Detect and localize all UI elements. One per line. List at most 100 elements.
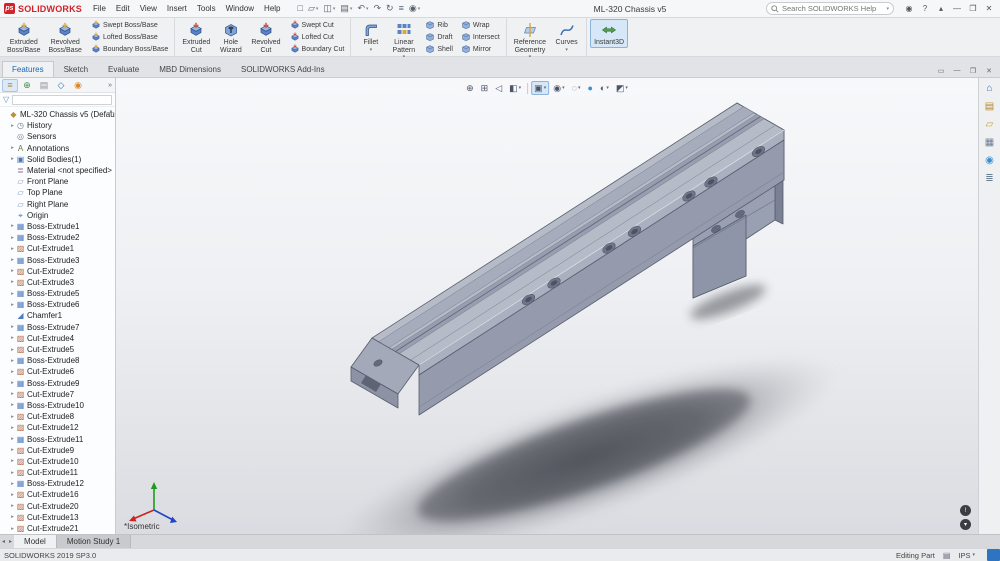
taskpane-solidworks-resources-button[interactable]: ⌂ [986, 83, 992, 94]
taskpane-custom-properties-button[interactable]: ≣ [985, 173, 993, 184]
ribbon-curves-button[interactable]: Curves▾ [550, 19, 583, 54]
view-orientation-button[interactable]: ▣▾ [531, 81, 549, 95]
bottom-tab-model[interactable]: Model [14, 535, 57, 548]
expand-arrow-icon[interactable]: ▸ [9, 447, 16, 453]
close-button[interactable]: ✕ [981, 2, 997, 16]
hide-show-items-button[interactable]: ◌▾ [569, 81, 584, 95]
ribbon-swept-cut-button[interactable]: Swept Cut [287, 19, 348, 31]
help-search-box[interactable]: ▾ [766, 2, 894, 15]
doc-restore-all-button[interactable]: ▭ [934, 64, 948, 77]
tree-item-cut-extrude2[interactable]: ▸▨Cut-Extrude2 [0, 266, 115, 277]
tree-item-right-plane[interactable]: ▱Right Plane [0, 199, 115, 210]
expand-arrow-icon[interactable]: ▸ [9, 246, 16, 252]
ribbon-lofted-boss-base-button[interactable]: Lofted Boss/Base [88, 31, 171, 43]
search-scope-dropdown-icon[interactable]: ▾ [886, 6, 889, 12]
tree-item-top-plane[interactable]: ▱Top Plane [0, 187, 115, 198]
section-view-button[interactable]: ◧▾ [506, 81, 524, 95]
taskpane-appearances-scenes-button[interactable]: ◉ [985, 155, 994, 166]
expand-arrow-icon[interactable]: ▸ [9, 458, 16, 464]
tab-sketch[interactable]: Sketch [54, 61, 98, 77]
qa-open-button[interactable]: ▱▾ [306, 2, 320, 16]
menu-file[interactable]: File [88, 4, 111, 13]
doc-restore-button[interactable]: ❐ [966, 64, 980, 77]
tab-features[interactable]: Features [2, 61, 54, 77]
tabs-scroll-left-icon[interactable]: ◂ [0, 538, 7, 545]
ribbon-fillet-button[interactable]: Fillet▾ [354, 19, 387, 54]
graphics-area[interactable]: ⊕⊞◁◧▾▣▾◉▾◌▾●◐▾◩▾ *Isometric !▾ [116, 78, 978, 534]
tree-item-history[interactable]: ▸◷History [0, 120, 115, 131]
expand-arrow-icon[interactable]: ▸ [9, 268, 16, 274]
expand-arrow-icon[interactable]: ▸ [9, 514, 16, 520]
tree-item-cut-extrude20[interactable]: ▸▨Cut-Extrude20 [0, 501, 115, 512]
zoom-fit-button[interactable]: ⊕ [463, 81, 477, 95]
tree-item-cut-extrude12[interactable]: ▸▨Cut-Extrude12 [0, 422, 115, 433]
display-style-button[interactable]: ◉▾ [550, 81, 567, 95]
ribbon-linear-pattern-button[interactable]: Linear Pattern▾ [387, 19, 420, 61]
expand-arrow-icon[interactable]: ▸ [9, 492, 16, 498]
expand-arrow-icon[interactable]: ▸ [9, 391, 16, 397]
expand-arrow-icon[interactable]: ▸ [9, 279, 16, 285]
ribbon-extruded-cut-button[interactable]: Extruded Cut [178, 19, 214, 55]
tree-filter-input[interactable] [12, 95, 112, 105]
ribbon-instant3d-button[interactable]: Instant3D [590, 19, 628, 48]
previous-view-button[interactable]: ◁ [492, 81, 505, 95]
ribbon-intersect-button[interactable]: Intersect [458, 31, 503, 43]
tree-item-origin[interactable]: ⌖Origin [0, 210, 115, 221]
doc-close-button[interactable]: ✕ [982, 64, 996, 77]
zoom-area-button[interactable]: ⊞ [478, 81, 492, 95]
tree-item-ml-320-chassis-v5-default-de[interactable]: ◆ML-320 Chassis v5 (Default<<Defa [0, 109, 115, 120]
expand-arrow-icon[interactable]: ▸ [9, 257, 16, 263]
tree-item-cut-extrude4[interactable]: ▸▨Cut-Extrude4 [0, 333, 115, 344]
tabs-scroll-right-icon[interactable]: ▸ [7, 538, 14, 545]
expand-arrow-icon[interactable]: ▸ [9, 347, 16, 353]
expand-arrow-icon[interactable]: ▸ [9, 335, 16, 341]
qa-undo-button[interactable]: ↶▾ [355, 2, 370, 16]
tree-item-cut-extrude13[interactable]: ▸▨Cut-Extrude13 [0, 512, 115, 523]
tree-item-front-plane[interactable]: ▱Front Plane [0, 176, 115, 187]
user-account-button[interactable]: ◉ [901, 2, 917, 16]
ribbon-reference-geometry-button[interactable]: Reference Geometry▾ [510, 19, 550, 61]
search-input[interactable] [782, 4, 886, 13]
tree-item-boss-extrude1[interactable]: ▸▦Boss-Extrude1 [0, 221, 115, 232]
tree-item-material-not-specified[interactable]: ≣Material <not specified> [0, 165, 115, 176]
tree-item-cut-extrude11[interactable]: ▸▨Cut-Extrude11 [0, 467, 115, 478]
tree-scroll-up[interactable]: ▲ [108, 109, 114, 115]
qa-rebuild-button[interactable]: ↻ [384, 2, 396, 16]
expand-arrow-icon[interactable]: ▸ [9, 235, 16, 241]
ribbon-wrap-button[interactable]: Wrap [458, 19, 503, 31]
qa-options-button[interactable]: ◉▾ [407, 2, 422, 16]
tree-item-cut-extrude21[interactable]: ▸▨Cut-Extrude21 [0, 523, 115, 534]
tree-item-boss-extrude3[interactable]: ▸▦Boss-Extrude3 [0, 254, 115, 265]
tree-item-cut-extrude8[interactable]: ▸▨Cut-Extrude8 [0, 411, 115, 422]
tree-item-chamfer1[interactable]: ◢Chamfer1 [0, 310, 115, 321]
tree-item-cut-extrude5[interactable]: ▸▨Cut-Extrude5 [0, 344, 115, 355]
minimize-button[interactable]: — [949, 2, 965, 16]
help-button[interactable]: ? [917, 2, 933, 16]
qa-file-properties-button[interactable]: ≡ [397, 2, 406, 16]
ribbon-rib-button[interactable]: Rib [422, 19, 456, 31]
tab-solidworks-add-ins[interactable]: SOLIDWORKS Add-Ins [231, 61, 335, 77]
statusbar-panel-button[interactable] [987, 549, 1000, 561]
expand-arrow-icon[interactable]: ▸ [9, 324, 16, 330]
manager-tab-displaymanager[interactable]: ◉ [70, 79, 86, 92]
tree-item-boss-extrude6[interactable]: ▸▦Boss-Extrude6 [0, 299, 115, 310]
qa-save-button[interactable]: ◫▾ [321, 2, 337, 16]
ribbon-mirror-button[interactable]: Mirror [458, 43, 503, 55]
expand-arrow-icon[interactable]: ▸ [9, 123, 16, 129]
doc-minimize-button[interactable]: — [950, 64, 964, 77]
tree-item-cut-extrude3[interactable]: ▸▨Cut-Extrude3 [0, 277, 115, 288]
expand-arrow-icon[interactable]: ▸ [9, 526, 16, 532]
bottom-tab-motion-study-1[interactable]: Motion Study 1 [57, 535, 131, 548]
expand-arrow-icon[interactable]: ▸ [9, 436, 16, 442]
taskpane-design-library-button[interactable]: ▤ [985, 101, 994, 112]
messages-collapsed-button[interactable]: ▾ [960, 519, 971, 530]
qa-print-button[interactable]: ▤▾ [338, 2, 354, 16]
menu-view[interactable]: View [135, 4, 162, 13]
manager-tab-dimxpertmanager[interactable]: ◇ [53, 79, 69, 92]
tree-item-boss-extrude10[interactable]: ▸▦Boss-Extrude10 [0, 400, 115, 411]
ribbon-swept-boss-base-button[interactable]: Swept Boss/Base [88, 19, 171, 31]
notification-collapsed-button[interactable]: ! [960, 505, 971, 516]
ribbon-boundary-boss-base-button[interactable]: Boundary Boss/Base [88, 43, 171, 55]
ribbon-revolved-boss-base-button[interactable]: Revolved Boss/Base [44, 19, 85, 55]
ribbon-lofted-cut-button[interactable]: Lofted Cut [287, 31, 348, 43]
